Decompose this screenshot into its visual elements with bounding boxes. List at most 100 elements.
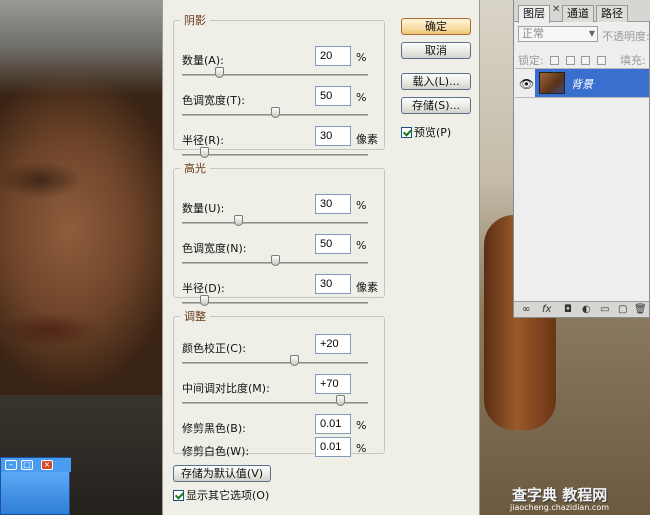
highlights-amount-unit: %: [356, 199, 367, 212]
shadows-radius-input[interactable]: [315, 126, 351, 146]
slider-thumb[interactable]: [271, 107, 280, 118]
black-clip-label: 修剪黑色(B):: [182, 422, 246, 435]
highlights-title: 高光: [184, 162, 206, 175]
lock-all-icon[interactable]: [596, 56, 606, 65]
highlights-tonal-width-label: 色调宽度(N):: [182, 242, 247, 255]
shadows-amount-unit: %: [356, 51, 367, 64]
highlights-tonal-width-row: 色调宽度(N): %: [182, 234, 378, 274]
highlights-amount-input[interactable]: [315, 194, 351, 214]
maximize-icon[interactable]: □: [21, 460, 33, 470]
mask-icon[interactable]: ◘: [564, 304, 572, 315]
site-watermark: 查字典 教程网: [512, 486, 608, 504]
opacity-label: 不透明度:: [602, 30, 650, 43]
show-more-options-checkbox[interactable]: 显示其它选项(O): [173, 487, 269, 503]
color-correction-label: 颜色校正(C):: [182, 342, 246, 355]
shadows-title: 阴影: [184, 14, 206, 27]
chevron-down-icon: ▼: [588, 29, 595, 38]
highlights-amount-slider[interactable]: [182, 222, 368, 224]
adjustment-layer-icon[interactable]: ◐: [582, 304, 591, 315]
site-watermark-url: jiaocheng.chazidian.com: [510, 503, 610, 512]
color-correction-slider[interactable]: [182, 362, 368, 364]
link-icon[interactable]: ∞: [522, 304, 530, 315]
highlights-amount-label: 数量(U):: [182, 202, 225, 215]
fx-icon[interactable]: fx: [542, 304, 551, 315]
white-clip-input[interactable]: [315, 437, 351, 457]
color-correction-row: 颜色校正(C):: [182, 334, 378, 374]
close-icon[interactable]: ×: [41, 460, 53, 470]
shadows-amount-row: 数量(A): %: [182, 46, 378, 86]
shadow-highlight-dialog: 阴影 数量(A): % 色调宽度(T): % 半径(R): 像素 高光 数量(U…: [162, 0, 480, 515]
slider-thumb[interactable]: [290, 355, 299, 366]
lock-position-icon[interactable]: [581, 56, 591, 65]
layer-name: 背景: [571, 78, 593, 91]
new-group-icon[interactable]: ▭: [600, 304, 609, 315]
shadows-amount-label: 数量(A):: [182, 54, 224, 67]
layer-selection[interactable]: 背景: [535, 69, 649, 97]
ok-button[interactable]: 确定: [401, 18, 471, 35]
highlights-group: 高光 数量(U): % 色调宽度(N): % 半径(D): 像素: [173, 160, 385, 306]
color-correction-input[interactable]: [315, 334, 351, 354]
slider-thumb[interactable]: [271, 255, 280, 266]
shadows-tonal-width-unit: %: [356, 91, 367, 104]
layer-row-background[interactable]: 👁 背景: [515, 68, 649, 98]
preview-check-icon[interactable]: [401, 127, 412, 138]
show-more-options-label: 显示其它选项(O): [186, 489, 270, 502]
highlights-amount-row: 数量(U): %: [182, 194, 378, 234]
shadows-radius-label: 半径(R):: [182, 134, 224, 147]
layers-footer: ∞ fx ◘ ◐ ▭ ▢ 🗑: [514, 301, 649, 317]
eye-icon[interactable]: 👁: [519, 77, 534, 91]
save-default-button[interactable]: 存储为默认值(V): [173, 465, 271, 482]
blend-mode-value: 正常: [522, 27, 544, 40]
midtone-contrast-input[interactable]: [315, 374, 351, 394]
highlights-radius-slider[interactable]: [182, 302, 368, 304]
load-button[interactable]: 载入(L)...: [401, 73, 471, 90]
adjustments-group: 调整 颜色校正(C): 中间调对比度(M): 修剪黑色(B): % 修剪白色(W…: [173, 308, 385, 458]
layer-thumbnail: [539, 72, 565, 94]
shadows-amount-slider[interactable]: [182, 74, 368, 76]
slider-thumb[interactable]: [200, 295, 209, 306]
tab-channels[interactable]: 通道: [562, 5, 594, 22]
shadows-group: 阴影 数量(A): % 色调宽度(T): % 半径(R): 像素: [173, 12, 385, 158]
preview-checkbox[interactable]: 预览(P): [401, 124, 451, 140]
portrait-hair: [0, 0, 162, 95]
minimized-window[interactable]: – □ ×: [0, 457, 71, 515]
midtone-contrast-label: 中间调对比度(M):: [182, 382, 270, 395]
adjustments-title: 调整: [184, 310, 206, 323]
midtone-contrast-row: 中间调对比度(M):: [182, 374, 378, 414]
cancel-button[interactable]: 取消: [401, 42, 471, 59]
highlights-radius-unit: 像素: [356, 281, 378, 294]
layers-panel: 图层 ✕ 通道 路径 正常 ▼ 不透明度: 锁定: 填充: 👁 背景 ∞ fx …: [513, 0, 650, 318]
preview-label: 预览(P): [414, 126, 452, 139]
panel-tab-bar: 图层 ✕ 通道 路径: [514, 0, 650, 23]
white-clip-label: 修剪白色(W):: [182, 445, 250, 458]
lock-transparency-icon[interactable]: [550, 56, 560, 65]
shadows-tonal-width-row: 色调宽度(T): %: [182, 86, 378, 126]
minimize-icon[interactable]: –: [5, 460, 17, 470]
shadows-tonal-width-input[interactable]: [315, 86, 351, 106]
highlights-radius-label: 半径(D):: [182, 282, 225, 295]
tab-layers[interactable]: 图层: [518, 5, 550, 23]
shadows-radius-slider[interactable]: [182, 154, 368, 156]
black-clip-unit: %: [356, 419, 367, 432]
trash-icon[interactable]: 🗑: [634, 304, 647, 315]
lock-pixels-icon[interactable]: [565, 56, 575, 65]
shadows-tonal-width-label: 色调宽度(T):: [182, 94, 246, 107]
new-layer-icon[interactable]: ▢: [618, 304, 627, 315]
highlights-tonal-width-input[interactable]: [315, 234, 351, 254]
black-clip-input[interactable]: [315, 414, 351, 434]
fill-label: 填充:: [620, 54, 646, 67]
slider-thumb[interactable]: [234, 215, 243, 226]
shadows-radius-unit: 像素: [356, 133, 378, 146]
white-clip-unit: %: [356, 442, 367, 455]
save-button[interactable]: 存储(S)...: [401, 97, 471, 114]
slider-thumb[interactable]: [215, 67, 224, 78]
slider-thumb[interactable]: [336, 395, 345, 406]
highlights-tonal-width-unit: %: [356, 239, 367, 252]
highlights-radius-input[interactable]: [315, 274, 351, 294]
blend-mode-select[interactable]: 正常 ▼: [518, 26, 598, 42]
shadows-amount-input[interactable]: [315, 46, 351, 66]
slider-thumb[interactable]: [200, 147, 209, 158]
show-more-check-icon[interactable]: [173, 490, 184, 501]
close-icon[interactable]: ✕: [552, 4, 560, 15]
tab-paths[interactable]: 路径: [596, 5, 628, 22]
